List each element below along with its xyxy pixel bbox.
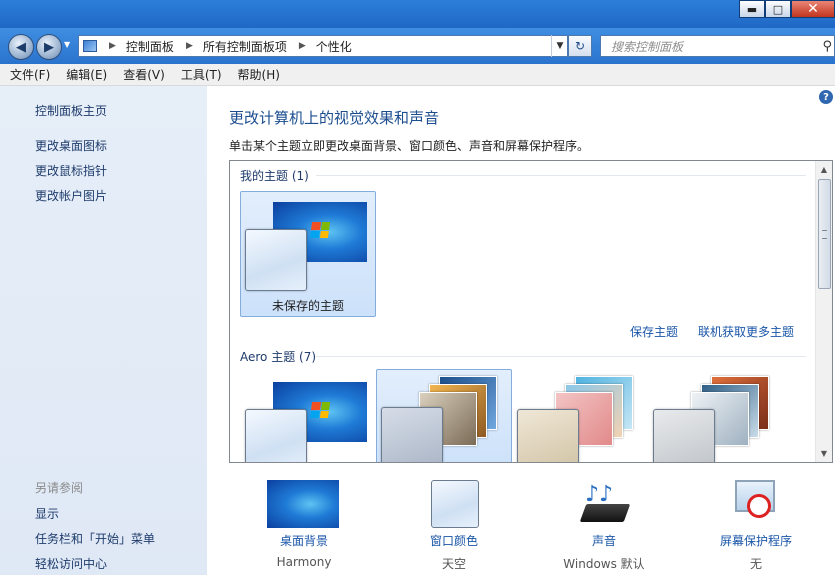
breadcrumb-all-items[interactable]: 所有控制面板项 bbox=[203, 38, 287, 55]
personalization-window: ▬ □ ✕ ◀ ▶ ▼ ▶ 控制面板 ▶ 所有控制面板项 ▶ 个性化 ▼ ↻ 搜… bbox=[0, 0, 835, 575]
recent-pages-dropdown-icon[interactable]: ▼ bbox=[64, 40, 70, 49]
divider bbox=[316, 175, 806, 176]
sound-value: Windows 默认 bbox=[563, 557, 645, 571]
desktop-background-value: Harmony bbox=[276, 555, 332, 569]
save-theme-link[interactable]: 保存主题 bbox=[630, 323, 678, 340]
breadcrumb-control-panel[interactable]: 控制面板 bbox=[126, 38, 174, 55]
theme-tile-landscapes[interactable] bbox=[648, 371, 784, 462]
menu-file[interactable]: 文件(F) bbox=[4, 66, 56, 83]
refresh-button[interactable]: ↻ bbox=[568, 35, 592, 57]
sidebar: 控制面板主页 更改桌面图标 更改鼠标指针 更改帐户图片 另请参阅 显示 任务栏和… bbox=[0, 86, 207, 575]
screensaver-icon bbox=[691, 476, 821, 528]
desktop-background-icon bbox=[239, 476, 369, 528]
control-panel-icon bbox=[83, 40, 97, 52]
address-bar[interactable]: ▶ 控制面板 ▶ 所有控制面板项 ▶ 个性化 bbox=[78, 35, 568, 57]
sound-icon: ♪♪ bbox=[539, 476, 669, 528]
close-button[interactable]: ✕ bbox=[791, 0, 835, 18]
theme-color-swatch bbox=[653, 409, 715, 462]
sidebar-display[interactable]: 显示 bbox=[35, 505, 59, 522]
menu-bar: 文件(F) 编辑(E) 查看(V) 工具(T) 帮助(H) bbox=[0, 64, 835, 86]
breadcrumb-separator-icon: ▶ bbox=[185, 41, 193, 51]
sound-label[interactable]: 声音 bbox=[539, 532, 669, 549]
theme-settings-bar: 桌面背景 Harmony 窗口颜色 天空 ♪♪ 声音 Windows 默认 屏幕… bbox=[207, 476, 835, 575]
theme-color-swatch bbox=[381, 407, 443, 462]
menu-help[interactable]: 帮助(H) bbox=[232, 66, 286, 83]
sidebar-change-desktop-icons[interactable]: 更改桌面图标 bbox=[35, 137, 107, 154]
window-controls: ▬ □ ✕ bbox=[739, 0, 835, 18]
address-dropdown-icon[interactable]: ▼ bbox=[551, 35, 568, 57]
theme-color-swatch bbox=[517, 409, 579, 462]
screensaver-setting[interactable]: 屏幕保护程序 无 bbox=[691, 476, 821, 572]
maximize-button[interactable]: □ bbox=[765, 0, 791, 18]
theme-tile-architecture[interactable] bbox=[376, 369, 512, 462]
theme-name: 未保存的主题 bbox=[271, 299, 344, 313]
main-content: ? 更改计算机上的视觉效果和声音 单击某个主题立即更改桌面背景、窗口颜色、声音和… bbox=[207, 86, 835, 575]
sound-setting[interactable]: ♪♪ 声音 Windows 默认 bbox=[539, 476, 669, 572]
search-input[interactable]: 搜索控制面板 ⚲ bbox=[600, 35, 835, 57]
search-icon[interactable]: ⚲ bbox=[822, 39, 832, 54]
page-title: 更改计算机上的视觉效果和声音 bbox=[229, 109, 440, 127]
theme-tile-unsaved[interactable]: 未保存的主题 bbox=[240, 191, 376, 317]
theme-gallery: 我的主题 (1) 未保存的主题 保存主题 联机获取更多主题 Aero 主题 (7… bbox=[229, 160, 833, 463]
breadcrumb-personalization[interactable]: 个性化 bbox=[316, 38, 352, 55]
minimize-button[interactable]: ▬ bbox=[739, 0, 765, 18]
scroll-up-icon[interactable]: ▲ bbox=[816, 161, 832, 178]
aero-themes-header: Aero 主题 (7) bbox=[240, 350, 317, 364]
desktop-background-setting[interactable]: 桌面背景 Harmony bbox=[239, 476, 369, 569]
gallery-scrollbar[interactable]: ▲ ▼ bbox=[815, 161, 832, 462]
windows-logo-icon bbox=[309, 402, 331, 418]
divider bbox=[316, 356, 806, 357]
breadcrumb-separator-icon: ▶ bbox=[109, 41, 116, 51]
help-icon[interactable]: ? bbox=[819, 90, 833, 104]
theme-color-swatch bbox=[245, 409, 307, 462]
back-button[interactable]: ◀ bbox=[8, 34, 34, 60]
window-color-label[interactable]: 窗口颜色 bbox=[389, 532, 519, 549]
scroll-thumb[interactable] bbox=[818, 179, 831, 289]
breadcrumb-separator-icon: ▶ bbox=[298, 41, 306, 51]
window-color-icon bbox=[389, 476, 519, 528]
theme-color-swatch bbox=[245, 229, 307, 291]
get-more-themes-link[interactable]: 联机获取更多主题 bbox=[698, 323, 794, 340]
sidebar-taskbar-start-menu[interactable]: 任务栏和「开始」菜单 bbox=[35, 530, 155, 547]
window-color-value: 天空 bbox=[441, 557, 466, 571]
title-bar: ▬ □ ✕ bbox=[0, 0, 835, 28]
sidebar-control-panel-home[interactable]: 控制面板主页 bbox=[35, 102, 107, 119]
desktop-background-label[interactable]: 桌面背景 bbox=[239, 532, 369, 549]
forward-button[interactable]: ▶ bbox=[36, 34, 62, 60]
screensaver-value: 无 bbox=[749, 557, 762, 571]
window-color-setting[interactable]: 窗口颜色 天空 bbox=[389, 476, 519, 572]
sidebar-ease-of-access[interactable]: 轻松访问中心 bbox=[35, 555, 107, 572]
sidebar-change-account-picture[interactable]: 更改帐户图片 bbox=[35, 187, 107, 204]
theme-tile-windows7[interactable] bbox=[240, 371, 376, 462]
theme-tile-characters[interactable] bbox=[512, 371, 648, 462]
menu-tools[interactable]: 工具(T) bbox=[175, 66, 228, 83]
menu-view[interactable]: 查看(V) bbox=[117, 66, 171, 83]
see-also-header: 另请参阅 bbox=[35, 481, 84, 495]
my-themes-header: 我的主题 (1) bbox=[240, 169, 309, 183]
search-placeholder: 搜索控制面板 bbox=[611, 39, 684, 54]
scroll-down-icon[interactable]: ▼ bbox=[816, 445, 832, 462]
screensaver-label[interactable]: 屏幕保护程序 bbox=[691, 532, 821, 549]
sidebar-change-mouse-pointers[interactable]: 更改鼠标指针 bbox=[35, 162, 107, 179]
page-description: 单击某个主题立即更改桌面背景、窗口颜色、声音和屏幕保护程序。 bbox=[229, 139, 590, 153]
windows-logo-icon bbox=[309, 222, 331, 238]
menu-edit[interactable]: 编辑(E) bbox=[60, 66, 113, 83]
